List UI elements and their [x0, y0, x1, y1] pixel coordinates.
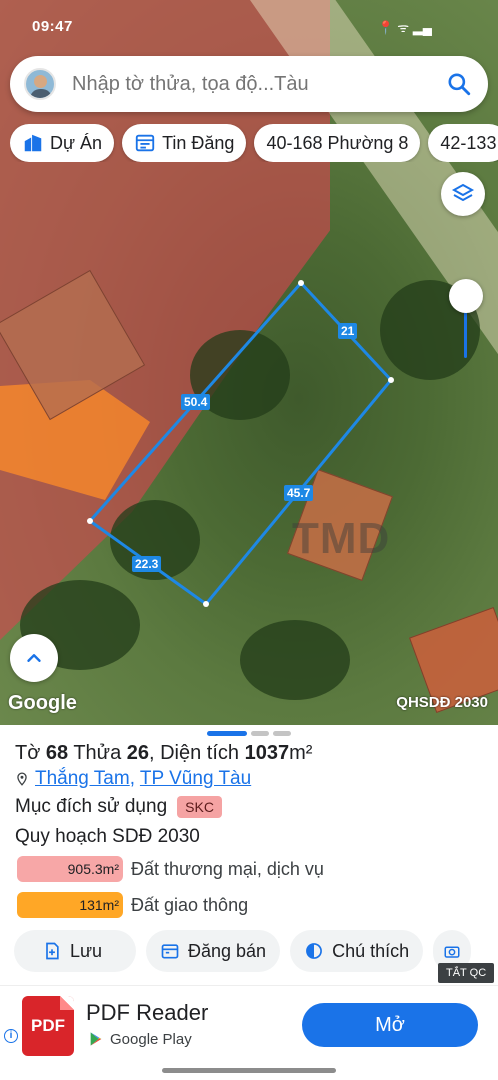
parcel-title: Tờ 68 Thửa 26, Diện tích 1037m²: [15, 742, 313, 764]
avatar[interactable]: [24, 68, 56, 100]
plan-label: Quy hoạch SDĐ 2030: [15, 826, 200, 847]
layers-icon: [451, 183, 475, 202]
watermark: TMD: [292, 514, 391, 563]
overlay-name: QHSDĐ 2030: [396, 694, 488, 711]
status-icons: 📍 ᯤ ▂▄: [377, 20, 433, 35]
parcel-info-sheet[interactable]: Tờ 68 Thửa 26, Diện tích 1037m² Thắng Ta…: [0, 725, 498, 985]
sheet-pager[interactable]: [207, 731, 291, 736]
ad-app-name: PDF Reader: [86, 1000, 209, 1025]
chip-label: 40-168 Phường 8: [266, 132, 409, 153]
legend-icon: [306, 943, 322, 959]
status-time: 09:47: [32, 18, 73, 35]
parcel-location: Thắng Tam, TP Vũng Tàu: [15, 768, 251, 790]
expand-button[interactable]: [10, 634, 58, 682]
usage-row-transport: 131m² Đất giao thông: [17, 892, 248, 918]
purpose-badge: SKC: [177, 796, 222, 818]
chip-recent-parcel[interactable]: 42-133: [428, 124, 498, 162]
layers-button[interactable]: [441, 172, 485, 216]
edge-length-label: 50.4: [181, 394, 211, 410]
google-logo: Google: [8, 692, 77, 714]
edge-length-label: 21: [338, 323, 358, 339]
land-use-purpose: Mục đích sử dụng SKC: [15, 796, 222, 818]
usage-area-bar: 131m²: [17, 892, 123, 918]
action-buttons: Lưu Đăng bán Chú thích: [14, 930, 472, 972]
search-input[interactable]: [72, 72, 446, 96]
ad-close-button[interactable]: TẮT QC: [438, 963, 495, 983]
listing-icon: [135, 134, 155, 152]
post-sale-button[interactable]: Đăng bán: [146, 930, 281, 972]
camera-icon: [444, 946, 460, 958]
usage-row-commercial: 905.3m² Đất thương mại, dịch vụ: [17, 856, 324, 882]
chip-label: Dự Án: [50, 132, 103, 153]
calendar-icon: [161, 944, 179, 959]
pdf-app-icon: PDF: [22, 996, 74, 1056]
chip-label: 42-133: [440, 132, 497, 153]
ward-link[interactable]: Thắng Tam: [35, 768, 130, 789]
edge-length-label: 45.7: [284, 485, 314, 501]
ad-banner[interactable]: i PDF PDF Reader Google Play Mở: [0, 985, 498, 1065]
chip-recent-parcel[interactable]: 40-168 Phường 8: [254, 124, 421, 162]
opacity-slider-thumb[interactable]: [449, 279, 483, 313]
chip-label: Tin Đăng: [162, 132, 235, 153]
location-pin-icon: [17, 772, 27, 786]
gesture-nav-handle[interactable]: [162, 1068, 336, 1073]
filter-chips: Dự Án Tin Đăng 40-168 Phường 8 42-133: [10, 124, 498, 162]
chevron-up-icon: [27, 654, 41, 662]
status-bar: 09:47 📍 ᯤ ▂▄: [0, 0, 498, 50]
ad-store: Google Play: [88, 1030, 192, 1048]
search-bar[interactable]: [10, 56, 488, 112]
search-icon[interactable]: [446, 71, 472, 97]
open-button[interactable]: Mở: [302, 1003, 478, 1047]
legend-button[interactable]: Chú thích: [290, 930, 424, 972]
city-link[interactable]: TP Vũng Tàu: [140, 768, 251, 789]
usage-area-bar: 905.3m²: [17, 856, 123, 882]
ad-info-icon[interactable]: i: [4, 1029, 18, 1043]
building-icon: [24, 134, 42, 152]
chip-tin-dang[interactable]: Tin Đăng: [122, 124, 247, 162]
chip-du-an[interactable]: Dự Án: [10, 124, 115, 162]
save-button[interactable]: Lưu: [14, 930, 136, 972]
save-icon: [46, 942, 59, 960]
edge-length-label: 22.3: [132, 556, 162, 572]
google-play-icon: [90, 1032, 102, 1046]
